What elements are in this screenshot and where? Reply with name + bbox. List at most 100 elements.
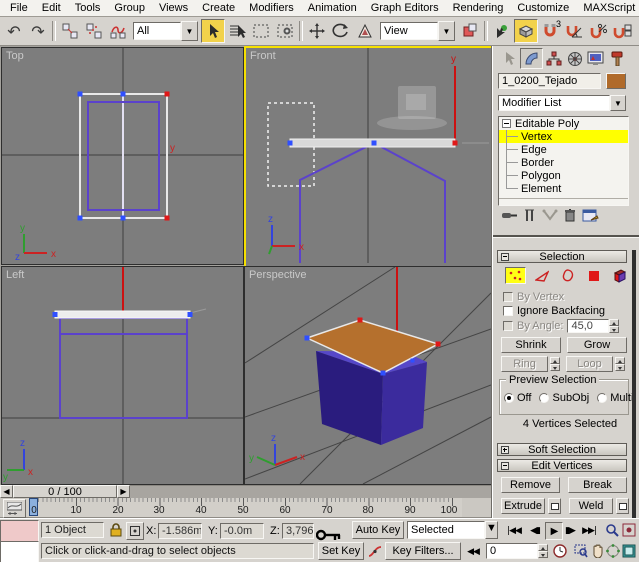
viewport-perspective[interactable]: Perspective z x y [244, 266, 492, 485]
key-filter-value[interactable]: Selected [407, 521, 485, 539]
menu-edit[interactable]: Edit [35, 1, 68, 15]
modifier-list-dropdown-arrow[interactable]: ▼ [610, 95, 626, 111]
select-by-name-button[interactable] [225, 19, 249, 43]
viewport-perspective-label[interactable]: Perspective [249, 269, 306, 281]
auto-key-button[interactable]: Auto Key [352, 521, 404, 539]
viewport-front[interactable]: Front y z x [244, 46, 495, 269]
menu-create[interactable]: Create [195, 1, 242, 15]
set-key-button[interactable]: Set Key [318, 542, 364, 560]
ignore-backfacing-checkbox[interactable] [503, 306, 513, 316]
next-frame-button[interactable]: ▮▶ [562, 523, 578, 539]
track-bar-ruler[interactable]: 0 10 20 30 40 50 60 70 80 90 100 [26, 498, 462, 517]
zoom-region-button[interactable] [573, 543, 589, 559]
menu-maxscript[interactable]: MAXScript [576, 1, 639, 15]
arc-rotate-button[interactable] [605, 543, 621, 559]
use-pivot-point-center-button[interactable] [458, 19, 482, 43]
zoom-viewport-button[interactable] [604, 522, 620, 538]
edge-subobject-button[interactable] [531, 267, 552, 284]
menu-animation[interactable]: Animation [301, 1, 364, 15]
viewport-top-label[interactable]: Top [6, 50, 24, 62]
menu-file[interactable]: File [3, 1, 35, 15]
viewport-front-label[interactable]: Front [250, 50, 276, 62]
preview-off-radio[interactable] [504, 393, 514, 403]
angle-snap-toggle-button[interactable] [562, 19, 586, 43]
grow-button[interactable]: Grow [567, 337, 627, 353]
selection-filter-dropdown-arrow[interactable]: ▼ [181, 21, 198, 41]
ring-button[interactable]: Ring [501, 356, 548, 372]
preview-multi-radio[interactable] [597, 393, 608, 403]
time-slider-track[interactable] [130, 485, 492, 498]
element-subobject-button[interactable] [609, 267, 630, 284]
percent-snap-toggle-button[interactable] [586, 19, 610, 43]
preview-subobj-radio[interactable] [539, 393, 550, 403]
snaps-toggle-3-button[interactable]: 3 [538, 19, 562, 43]
stack-root-label[interactable]: Editable Poly [515, 118, 579, 130]
reference-coordinate-combo[interactable]: View ▼ [380, 21, 455, 41]
utilities-tab[interactable] [606, 49, 627, 68]
stack-item-polygon[interactable]: Polygon [499, 169, 628, 182]
current-frame-field[interactable]: 0 [486, 543, 538, 559]
unlink-selection-button[interactable] [82, 19, 106, 43]
current-frame-spinner[interactable] [538, 544, 548, 558]
menu-rendering[interactable]: Rendering [446, 1, 511, 15]
make-unique-button[interactable] [542, 208, 558, 223]
stack-item-label[interactable]: Polygon [521, 170, 561, 182]
key-filters-button[interactable]: Key Filters... [385, 542, 461, 560]
shrink-button[interactable]: Shrink [501, 337, 561, 353]
extrude-button[interactable]: Extrude [501, 498, 545, 514]
bind-to-space-warp-button[interactable] [106, 19, 130, 43]
object-name-field[interactable]: 1_0200_Tejado [498, 73, 601, 89]
undo-button[interactable]: ↶ [2, 19, 26, 43]
object-color-swatch[interactable] [606, 73, 626, 89]
collapse-minus-icon[interactable] [502, 119, 511, 128]
create-tab[interactable] [499, 49, 520, 68]
extrude-settings-button[interactable] [548, 498, 561, 514]
select-object-button[interactable] [201, 19, 225, 43]
select-and-scale-button[interactable] [353, 19, 377, 43]
soft-selection-rollout-header[interactable]: Soft Selection [497, 443, 627, 456]
menu-views[interactable]: Views [152, 1, 195, 15]
weld-settings-button[interactable] [616, 498, 629, 514]
maxscript-listener-macro-pane[interactable] [0, 520, 39, 543]
stack-item-element[interactable]: Element [499, 182, 628, 195]
motion-tab[interactable] [564, 49, 585, 68]
reference-coordinate-dropdown-arrow[interactable]: ▼ [438, 21, 455, 41]
viewport-left-label[interactable]: Left [6, 269, 24, 281]
viewport-left[interactable]: Left z y x [1, 266, 244, 485]
stack-item-edge[interactable]: Edge [499, 143, 628, 156]
key-mode-toggle[interactable]: ◀◀ [465, 544, 481, 560]
by-vertex-checkbox[interactable] [503, 292, 513, 302]
pan-view-button[interactable] [589, 543, 605, 559]
stack-item-label[interactable]: Border [521, 157, 554, 169]
go-to-start-button[interactable]: |◀◀ [506, 523, 522, 539]
polygon-subobject-button[interactable] [583, 267, 604, 284]
stack-item-vertex[interactable]: Vertex [499, 130, 628, 143]
play-button[interactable]: ▶ [545, 522, 563, 540]
hierarchy-tab[interactable] [543, 49, 564, 68]
viewport-top[interactable]: Top y y x z [1, 47, 244, 265]
previous-frame-button[interactable]: ◀▮ [527, 523, 543, 539]
select-and-manipulate-button[interactable] [490, 19, 514, 43]
time-slider-prev-button[interactable]: ◀ [0, 485, 13, 498]
x-coord-field[interactable]: -1.586m [158, 523, 202, 539]
remove-modifier-button[interactable] [564, 208, 576, 223]
window-crossing-toggle-button[interactable] [273, 19, 297, 43]
vertex-subobject-button[interactable] [505, 267, 526, 284]
modifier-list-dropdown[interactable]: Modifier List [498, 95, 610, 111]
configure-modifier-sets-button[interactable] [582, 208, 599, 223]
selection-rollout-header[interactable]: Selection [497, 250, 627, 263]
border-subobject-button[interactable] [557, 267, 578, 284]
menu-group[interactable]: Group [107, 1, 152, 15]
stack-item-label[interactable]: Edge [521, 144, 547, 156]
ring-spinner[interactable] [550, 357, 560, 371]
rectangular-selection-region-button[interactable] [249, 19, 273, 43]
redo-button[interactable]: ↷ [26, 19, 50, 43]
time-slider-next-button[interactable]: ▶ [117, 485, 130, 498]
go-to-end-button[interactable]: ▶▶| [581, 523, 597, 539]
key-filter-dropdown-arrow[interactable]: ▼ [485, 521, 498, 539]
modify-tab[interactable] [520, 48, 543, 69]
edit-vertices-rollout-header[interactable]: Edit Vertices [497, 459, 627, 472]
selection-filter-value[interactable]: All [133, 22, 181, 40]
remove-button[interactable]: Remove [501, 477, 560, 493]
command-panel-scrollbar[interactable] [632, 250, 636, 518]
